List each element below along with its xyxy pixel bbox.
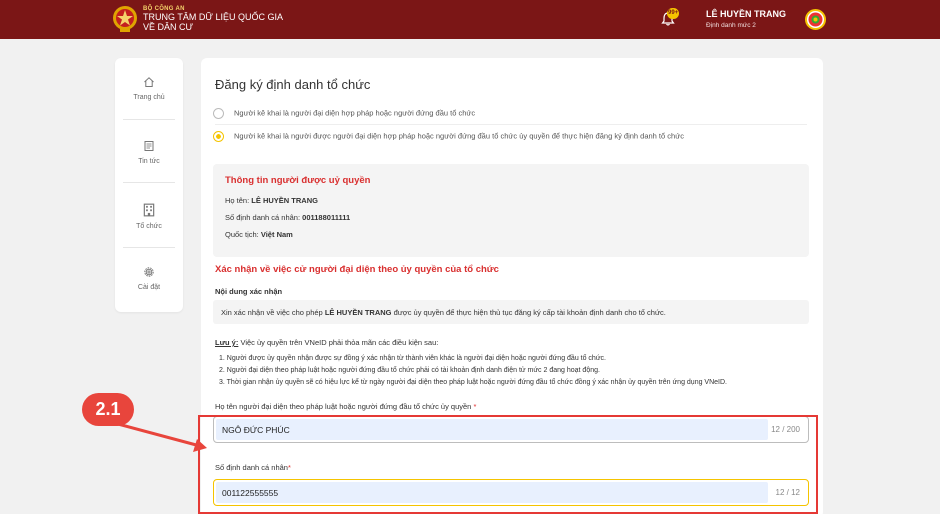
page-title: Đăng ký định danh tổ chức (215, 77, 371, 92)
radio-option-authorized[interactable]: Người kê khai là người được người đại di… (213, 131, 684, 142)
gear-icon (144, 267, 154, 277)
user-level: Định danh mức 2 (706, 22, 756, 29)
condition-item: 3. Thời gian nhận ủy quyền sẽ có hiệu lự… (219, 379, 727, 386)
authorized-person-info: Thông tin người được uỷ quyền Họ tên: LÊ… (213, 164, 809, 257)
name-value: LÊ HUYỀN TRANG (251, 196, 318, 205)
id-value: 001188011111 (302, 213, 351, 222)
radio-label: Người kê khai là người đại diện hợp pháp… (234, 108, 476, 118)
content-label: Nội dung xác nhận (215, 287, 283, 296)
authorized-id-row: Số định danh cá nhân: 001188011111 (225, 213, 350, 222)
condition-item: 1. Người được ủy quyền nhận được sự đồng… (219, 355, 606, 362)
id-label: Số định danh cá nhân: (225, 213, 301, 222)
org-name-line2: VỀ DÂN CƯ (143, 22, 194, 32)
notification-badge: 99+ (667, 8, 680, 19)
police-emblem-icon[interactable] (112, 5, 138, 33)
radio-divider (215, 124, 807, 125)
sidebar-item-label: Tin tức (138, 158, 160, 165)
rep-name-label: Họ tên người đại diện theo pháp luật hoặ… (215, 402, 476, 411)
sidebar-divider (123, 182, 175, 183)
news-icon (144, 141, 154, 151)
top-header: BỘ CÔNG AN TRUNG TÂM DỮ LIỆU QUỐC GIA VỀ… (0, 0, 940, 39)
authorized-info-title: Thông tin người được uỷ quyền (225, 175, 371, 186)
note-line: Lưu ý: Việc ủy quyền trên VNeID phải thỏ… (215, 338, 438, 347)
sidebar-item-label: Tổ chức (136, 223, 162, 230)
radio-button-selected[interactable] (213, 131, 224, 142)
content-name: LÊ HUYỀN TRANG (324, 308, 392, 317)
sidebar-item-settings[interactable]: Cài đặt (115, 266, 183, 328)
authorized-nationality-row: Quốc tịch: Việt Nam (225, 230, 293, 239)
authorized-name-row: Họ tên: LÊ HUYỀN TRANG (225, 196, 318, 205)
confirm-content-box: Xin xác nhận về việc cho phép LÊ HUYỀN T… (213, 300, 809, 324)
name-label: Họ tên: (225, 196, 250, 205)
org-title[interactable]: BỘ CÔNG AN TRUNG TÂM DỮ LIỆU QUỐC GIA VỀ… (143, 6, 283, 32)
content-suffix: được ủy quyền để thực hiện thủ tục đăng … (393, 308, 666, 317)
condition-item: 2. Người đại diện theo pháp luật hoặc ng… (219, 367, 600, 374)
sidebar-item-label: Trang chủ (133, 94, 165, 101)
sidebar-divider (123, 247, 175, 248)
content-prefix: Xin xác nhận về việc cho phép (221, 308, 323, 317)
sidebar: Trang chủ Tin tức Tổ chức Cài đặt (115, 58, 183, 312)
confirm-section-title: Xác nhận về việc cử người đại diện theo … (215, 264, 499, 275)
home-icon (144, 77, 154, 87)
annotation-callout: 2.1 (82, 393, 134, 426)
user-name[interactable]: LÊ HUYỀN TRANG (706, 9, 786, 19)
radio-label: Người kê khai là người được người đại di… (234, 131, 684, 141)
radio-option-representative[interactable]: Người kê khai là người đại diện hợp pháp… (213, 108, 475, 119)
sidebar-item-home[interactable]: Trang chủ (115, 76, 183, 138)
note-text: Việc ủy quyền trên VNeID phải thỏa mãn c… (240, 338, 439, 347)
required-mark: * (473, 402, 477, 411)
nationality-label: Quốc tịch: (225, 230, 259, 239)
note-label: Lưu ý: (215, 338, 239, 347)
sidebar-item-news[interactable]: Tin tức (115, 140, 183, 202)
org-name-line1: TRUNG TÂM DỮ LIỆU QUỐC GIA (143, 12, 284, 22)
avatar[interactable] (805, 9, 826, 30)
radio-button[interactable] (213, 108, 224, 119)
avatar-icon (808, 12, 823, 27)
nationality-value: Việt Nam (260, 230, 293, 239)
sidebar-item-label: Cài đặt (137, 284, 161, 291)
sidebar-divider (123, 119, 175, 120)
sidebar-item-organization[interactable]: Tổ chức (115, 203, 183, 265)
building-icon (143, 203, 155, 217)
highlight-box (198, 415, 818, 514)
rep-name-label-text: Họ tên người đại diện theo pháp luật hoặ… (215, 402, 472, 411)
